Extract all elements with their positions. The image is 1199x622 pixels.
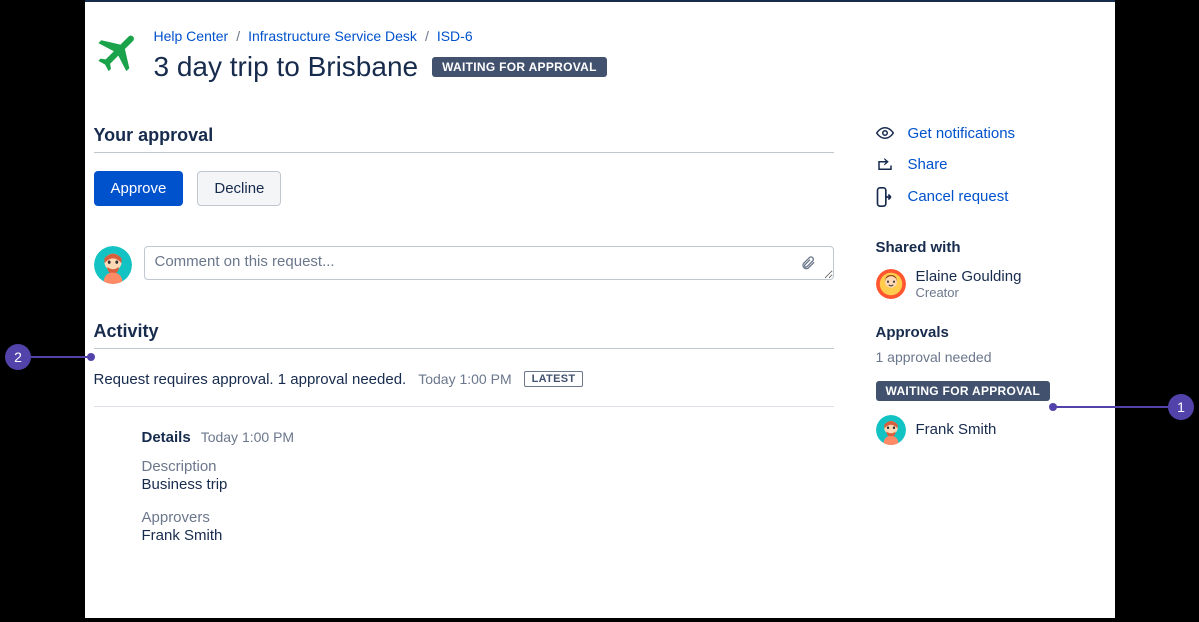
comment-row (94, 246, 834, 285)
status-badge: WAITING FOR APPROVAL (432, 57, 607, 77)
approvers-label: Approvers (142, 509, 834, 526)
approver-name: Frank Smith (916, 421, 997, 438)
title-line: 3 day trip to Brisbane WAITING FOR APPRO… (154, 51, 1115, 83)
approver-row: Frank Smith (876, 415, 1106, 445)
action-item-notifications[interactable]: Get notifications (876, 125, 1106, 142)
action-list: Get notifications Share Cancel request (876, 125, 1106, 207)
breadcrumb-service-desk[interactable]: Infrastructure Service Desk (248, 27, 417, 47)
details-time: Today 1:00 PM (201, 429, 294, 445)
description-value: Business trip (142, 476, 834, 493)
header: Help Center / Infrastructure Service Des… (85, 27, 1115, 83)
avatar-frank (876, 415, 906, 445)
shared-with-heading: Shared with (876, 239, 1106, 256)
breadcrumb: Help Center / Infrastructure Service Des… (154, 27, 1115, 47)
shared-user-name: Elaine Goulding (916, 268, 1022, 285)
header-text: Help Center / Infrastructure Service Des… (154, 27, 1115, 83)
action-item-cancel[interactable]: Cancel request (876, 187, 1106, 207)
share-link[interactable]: Share (908, 156, 948, 173)
approvals-status-badge: WAITING FOR APPROVAL (876, 381, 1051, 401)
approval-heading: Your approval (94, 125, 834, 153)
decline-button[interactable]: Decline (197, 171, 281, 206)
approval-buttons: Approve Decline (94, 171, 834, 206)
breadcrumb-ticket[interactable]: ISD-6 (437, 27, 473, 47)
approvals-needed: 1 approval needed (876, 349, 1106, 365)
plane-icon (94, 27, 144, 77)
avatar-elaine (876, 269, 906, 299)
approver-info: Frank Smith (916, 421, 997, 438)
activity-entry-time: Today 1:00 PM (418, 371, 511, 387)
notifications-link[interactable]: Get notifications (908, 125, 1016, 142)
breadcrumb-separator: / (425, 27, 429, 47)
breadcrumb-separator: / (236, 27, 240, 47)
details-block: Details Today 1:00 PM Description Busine… (94, 429, 834, 544)
activity-entry: Request requires approval. 1 approval ne… (94, 371, 834, 407)
left-column: Your approval Approve Decline (94, 125, 834, 560)
callout-1-line (1053, 406, 1168, 408)
approve-button[interactable]: Approve (94, 171, 184, 206)
comment-box (144, 246, 834, 285)
current-user-avatar (94, 246, 132, 284)
breadcrumb-help-center[interactable]: Help Center (154, 27, 229, 47)
activity-entry-text: Request requires approval. 1 approval ne… (94, 371, 407, 388)
shared-user-row: Elaine Goulding Creator (876, 268, 1106, 300)
activity-heading: Activity (94, 321, 834, 349)
description-label: Description (142, 458, 834, 475)
main-body: Your approval Approve Decline (85, 83, 1115, 560)
approvals-heading: Approvals (876, 324, 1106, 341)
page-title: 3 day trip to Brisbane (154, 51, 419, 83)
share-icon (876, 156, 894, 172)
shared-user-role: Creator (916, 285, 1022, 300)
shared-user-info: Elaine Goulding Creator (916, 268, 1022, 300)
page-container: Help Center / Infrastructure Service Des… (85, 0, 1115, 618)
callout-2-line (31, 356, 91, 358)
eye-icon (876, 126, 894, 140)
comment-input[interactable] (144, 246, 834, 280)
right-column: Get notifications Share Cancel request S… (876, 125, 1106, 560)
approvers-value: Frank Smith (142, 527, 834, 544)
cancel-icon (876, 187, 894, 207)
latest-tag: LATEST (524, 371, 584, 387)
details-title: Details (142, 429, 191, 446)
callout-2: 2 (5, 344, 31, 370)
details-head: Details Today 1:00 PM (142, 429, 834, 446)
shared-with-section: Shared with Elaine Goulding Creator (876, 239, 1106, 300)
cancel-link[interactable]: Cancel request (908, 188, 1009, 205)
approvals-section: Approvals 1 approval needed WAITING FOR … (876, 324, 1106, 445)
action-item-share[interactable]: Share (876, 156, 1106, 173)
callout-1: 1 (1168, 394, 1194, 420)
